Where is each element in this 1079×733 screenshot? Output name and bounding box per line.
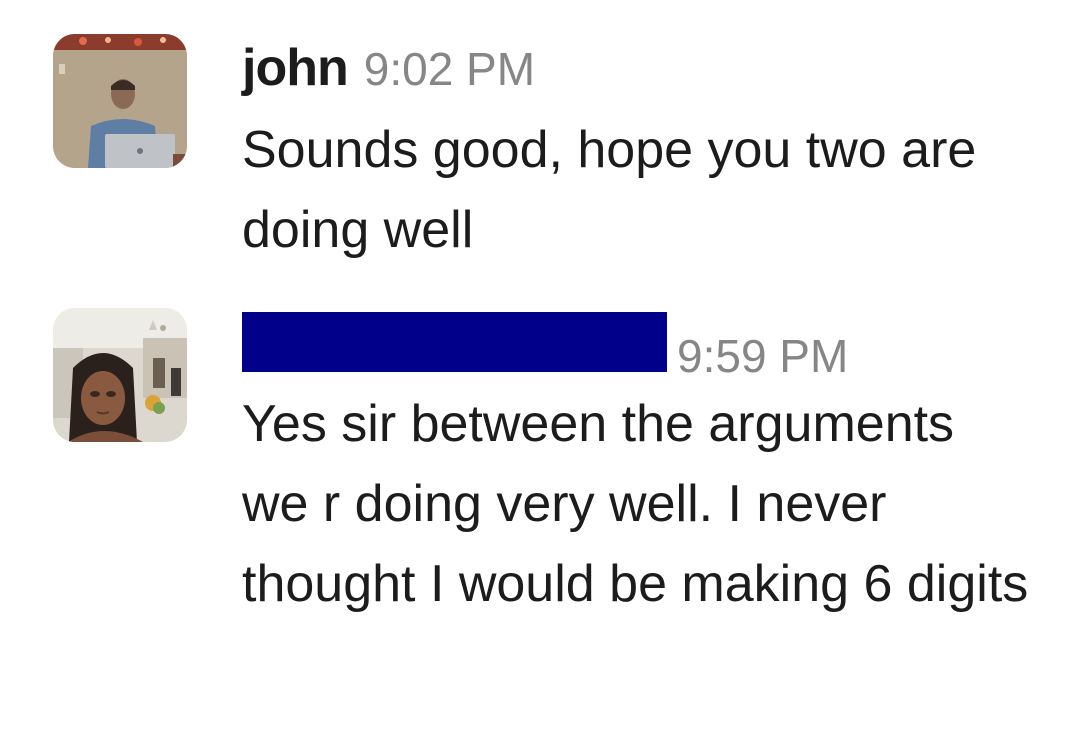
man-at-laptop-icon bbox=[53, 34, 187, 168]
message-text: Yes sir between the arguments we r doing… bbox=[242, 395, 1029, 613]
woman-selfie-icon bbox=[53, 308, 187, 442]
sender-name[interactable]: john bbox=[242, 38, 349, 98]
message-timestamp[interactable]: 9:02 PM bbox=[364, 42, 535, 96]
user-avatar-john[interactable] bbox=[53, 34, 187, 168]
message-text: Sounds good, hope you two are doing well bbox=[242, 121, 977, 259]
user-avatar-redacted[interactable] bbox=[53, 308, 187, 442]
message-timestamp[interactable]: 9:59 PM bbox=[677, 329, 848, 383]
redacted-sender-name bbox=[242, 312, 667, 372]
